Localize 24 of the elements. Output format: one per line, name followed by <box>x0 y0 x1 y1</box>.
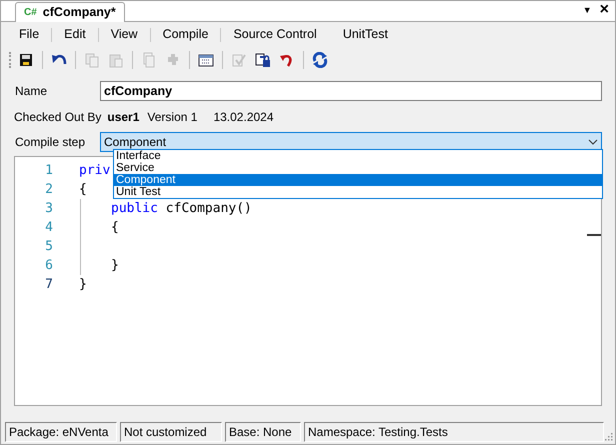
user-name: user1 <box>107 109 140 126</box>
code-line: { <box>79 180 87 199</box>
line-number: 1 <box>44 162 53 180</box>
code-line: public cfCompany() <box>111 200 252 218</box>
status-panel: Namespace: Testing.Tests <box>304 422 604 442</box>
line-number: 2 <box>44 180 53 199</box>
version-text: Version 1 <box>147 109 198 126</box>
code-line: } <box>79 276 87 294</box>
compile-step-label: Compile step <box>14 134 86 151</box>
status-panel: Base: None <box>225 422 301 442</box>
language-label: C# <box>24 6 37 20</box>
code-line: priv <box>79 162 110 180</box>
line-number: 6 <box>44 256 53 275</box>
status-panel: Package: eNVenta <box>5 422 117 442</box>
line-number: 4 <box>44 218 53 237</box>
line-number: 3 <box>44 200 53 218</box>
line-number: 7 <box>44 276 53 294</box>
checked-out-label: Checked Out By <box>14 109 102 126</box>
name-label: Name <box>14 83 48 100</box>
line-number: 5 <box>44 238 53 256</box>
code-line: } <box>111 256 119 275</box>
date-text: 13.02.2024 <box>213 109 274 126</box>
code-line: { <box>111 218 119 237</box>
status-panel: Not customized <box>120 422 222 442</box>
